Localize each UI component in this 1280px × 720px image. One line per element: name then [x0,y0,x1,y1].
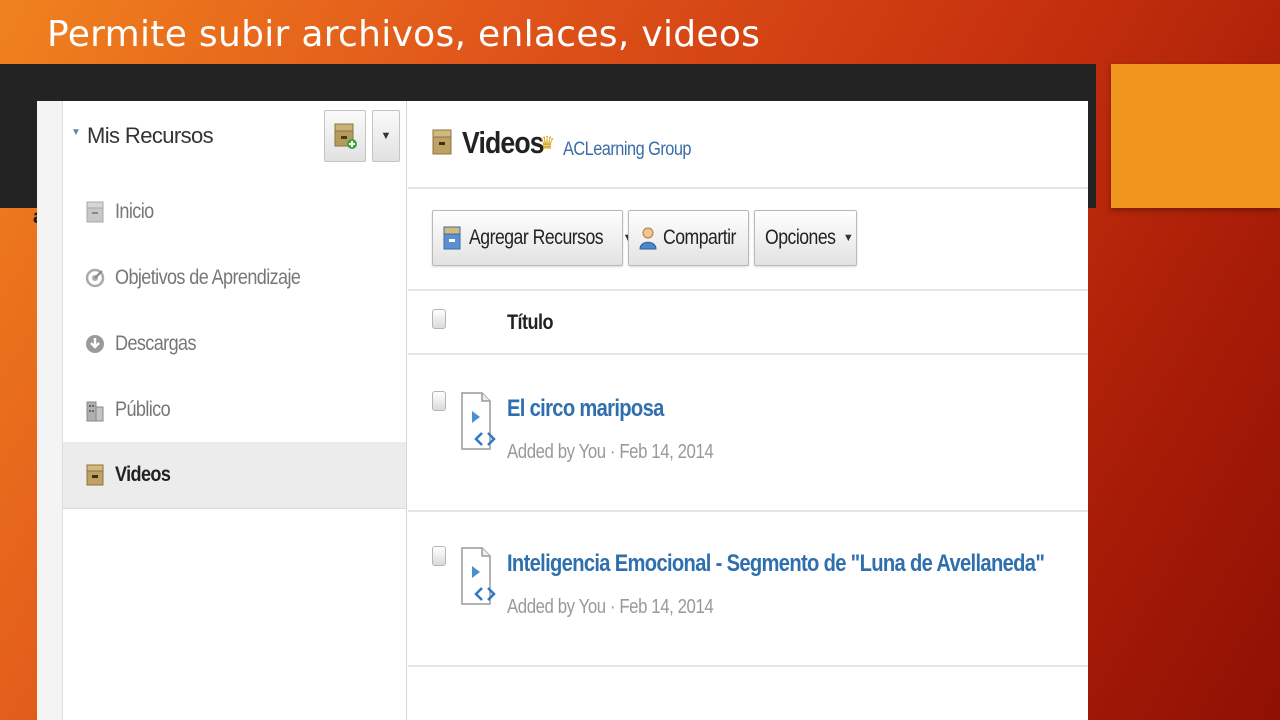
add-folder-button[interactable] [324,110,366,162]
sidebar-item-label: Objetivos de Aprendizaje [115,266,301,289]
sidebar-item-publico[interactable]: Público [63,377,406,443]
share-button[interactable]: Compartir [628,210,749,266]
sidebar-item-objetivos[interactable]: Objetivos de Aprendizaje [63,245,406,311]
accent-square [1111,64,1280,208]
sidebar-item-videos[interactable]: Videos [63,442,406,508]
sidebar-dropdown-button[interactable]: ▼ [372,110,400,162]
table-row: Inteligencia Emocional - Segmento de "Lu… [408,512,1088,667]
sidebar-item-label: Público [115,398,171,421]
sidebar-title[interactable]: Mis Recursos [87,123,214,149]
content-header: Videos ♛ ACLearning Group [408,101,1088,189]
chevron-down-icon: ▼ [380,130,392,142]
sidebar-item-label: Inicio [115,200,154,223]
main-content: Videos ♛ ACLearning Group Agregar Recurs… [408,101,1088,720]
sidebar-item-label: Descargas [115,332,197,355]
resource-title-link[interactable]: El circo mariposa [507,395,664,423]
row-checkbox[interactable] [432,546,446,566]
collapse-caret-icon[interactable]: ▼ [71,127,81,138]
sidebar-divider [63,508,406,509]
page-title: Videos [462,125,545,160]
cabinet-add-icon [334,123,357,149]
resource-meta: Added by You · Feb 14, 2014 [507,596,714,618]
select-all-checkbox[interactable] [432,309,446,329]
left-strip [37,101,63,720]
add-resources-label: Agregar Recursos [469,226,604,249]
target-icon [85,267,105,289]
cabinet-icon [85,464,105,486]
sidebar: ▼ Mis Recursos ▼ Inicio Objetivos de Apr… [63,101,407,720]
crown-icon: ♛ [539,133,556,153]
options-button[interactable]: Opciones ▼ [754,210,857,266]
resource-meta: Added by You · Feb 14, 2014 [507,441,714,463]
add-resources-button[interactable]: Agregar Recursos ▼ [432,210,634,266]
share-label: Compartir [663,226,736,249]
user-icon [639,227,657,250]
download-icon [85,333,105,355]
group-link[interactable]: ACLearning Group [563,139,692,161]
video-file-icon [460,391,496,460]
resource-title-link[interactable]: Inteligencia Emocional - Segmento de "Lu… [507,550,1045,578]
options-label: Opciones [765,226,836,249]
cabinet-icon [443,226,461,250]
video-file-icon [460,546,496,615]
row-checkbox[interactable] [432,391,446,411]
chevron-down-icon: ▼ [842,232,854,244]
sidebar-item-descargas[interactable]: Descargas [63,311,406,377]
cabinet-icon [432,129,452,160]
embedded-screenshot: ▼ Mis Recursos ▼ Inicio Objetivos de Apr… [37,101,1088,720]
column-title-header[interactable]: Título [507,311,554,335]
slide-title: Permite subir archivos, enlaces, videos [47,14,761,55]
sidebar-header: ▼ Mis Recursos ▼ [63,101,407,175]
cabinet-icon [85,201,105,223]
sidebar-item-label: Videos [115,463,171,486]
table-row: El circo mariposa Added by You · Feb 14,… [408,357,1088,512]
table-header: Título [408,291,1088,355]
building-icon [85,399,105,422]
sidebar-item-inicio[interactable]: Inicio [63,179,406,245]
